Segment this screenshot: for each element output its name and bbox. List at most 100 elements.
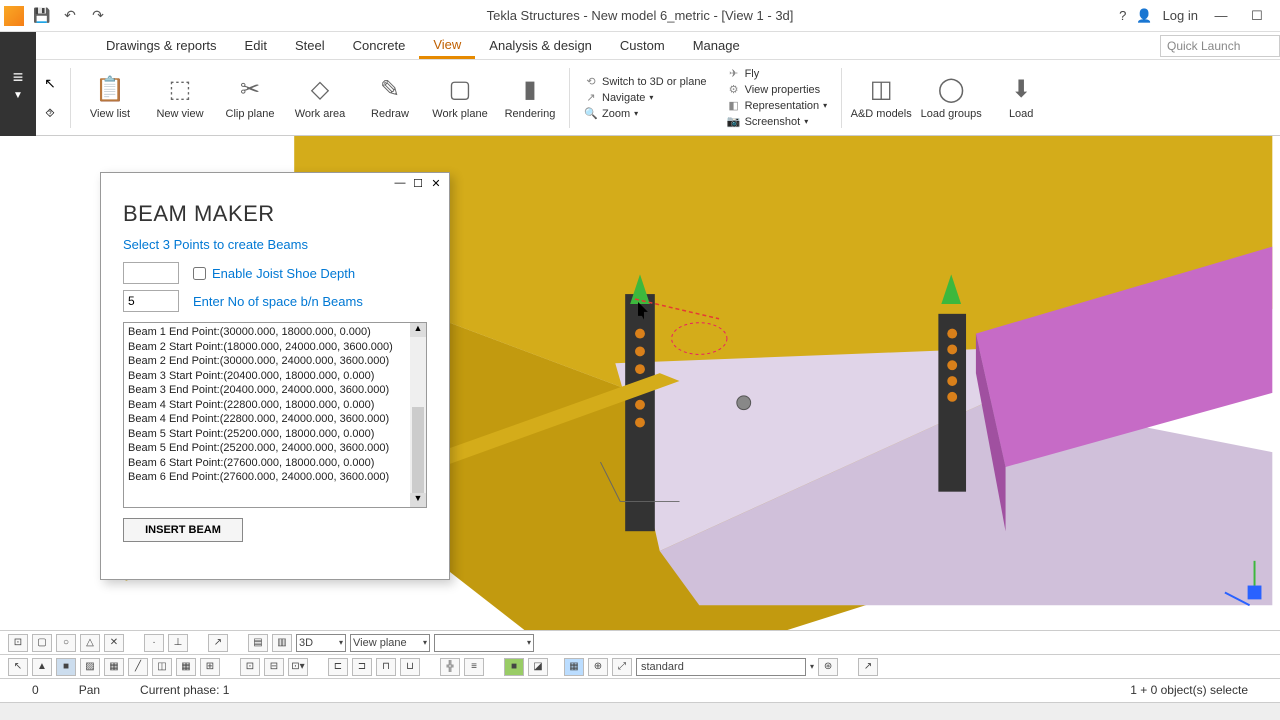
color-icon[interactable]: ■ bbox=[504, 658, 524, 676]
snap-a-icon[interactable]: ⊡ bbox=[240, 658, 260, 676]
sel-circle-icon[interactable]: ○ bbox=[56, 634, 76, 652]
rendering-button[interactable]: ▮Rendering bbox=[495, 60, 565, 135]
dialog-minimize-button[interactable]: — bbox=[391, 177, 409, 189]
spaces-input[interactable]: 5 bbox=[123, 290, 179, 312]
load-groups-button[interactable]: ◯Load groups bbox=[916, 60, 986, 135]
enable-joist-checkbox[interactable]: Enable Joist Shoe Depth bbox=[193, 266, 355, 281]
insert-beam-button[interactable]: INSERT BEAM bbox=[123, 518, 243, 542]
sel-rect-icon[interactable]: ▢ bbox=[32, 634, 52, 652]
list-item[interactable]: Beam 2 Start Point:(18000.000, 24000.000… bbox=[128, 340, 422, 355]
scroll-down-icon[interactable]: ▼ bbox=[410, 493, 426, 507]
snap-tri-icon[interactable]: ▲ bbox=[32, 658, 52, 676]
list-item[interactable]: Beam 3 End Point:(20400.000, 24000.000, … bbox=[128, 383, 422, 398]
menu-analysis[interactable]: Analysis & design bbox=[475, 32, 606, 59]
login-link[interactable]: Log in bbox=[1163, 8, 1198, 23]
view-plane-select[interactable]: View plane▾ bbox=[350, 634, 430, 652]
snap-cube-icon[interactable]: ◫ bbox=[152, 658, 172, 676]
new-view-button[interactable]: ⬚New view bbox=[145, 60, 215, 135]
help-small-icon[interactable]: ⯑ bbox=[45, 106, 54, 121]
fly-button[interactable]: ✈Fly bbox=[727, 67, 828, 81]
scroll-up-icon[interactable]: ▲ bbox=[410, 323, 426, 337]
snap-g-icon[interactable]: ⊔ bbox=[400, 658, 420, 676]
snap-d-icon[interactable]: ⊏ bbox=[328, 658, 348, 676]
list-item[interactable]: Beam 4 End Point:(22800.000, 24000.000, … bbox=[128, 412, 422, 427]
menu-manage[interactable]: Manage bbox=[679, 32, 754, 59]
save-icon[interactable]: 💾 bbox=[32, 6, 52, 26]
redo-icon[interactable]: ↷ bbox=[88, 6, 108, 26]
navigate-button[interactable]: ↗Navigate▾ bbox=[584, 91, 707, 105]
filter-icon[interactable]: ▤ bbox=[248, 634, 268, 652]
menu-view[interactable]: View bbox=[419, 32, 475, 59]
sel-point-icon[interactable]: ⊡ bbox=[8, 634, 28, 652]
representation-button[interactable]: ◧Representation▾ bbox=[727, 99, 828, 113]
arrow-ne-icon[interactable]: ↗ bbox=[858, 658, 878, 676]
load-button[interactable]: ⬇Load bbox=[986, 60, 1056, 135]
view-mode-select[interactable]: 3D▾ bbox=[296, 634, 346, 652]
beam-list[interactable]: Beam 1 End Point:(30000.000, 18000.000, … bbox=[123, 322, 427, 508]
view-list-button[interactable]: 📋View list bbox=[75, 60, 145, 135]
list-item[interactable]: Beam 6 End Point:(27600.000, 24000.000, … bbox=[128, 470, 422, 485]
quick-launch-input[interactable]: Quick Launch bbox=[1160, 35, 1280, 57]
snap-any-icon[interactable]: ↗ bbox=[208, 634, 228, 652]
snap-grid-icon[interactable]: ▦ bbox=[104, 658, 124, 676]
list-item[interactable]: Beam 5 End Point:(25200.000, 24000.000, … bbox=[128, 441, 422, 456]
list-item[interactable]: Beam 3 Start Point:(20400.000, 18000.000… bbox=[128, 369, 422, 384]
menu-edit[interactable]: Edit bbox=[231, 32, 281, 59]
list-item[interactable]: Beam 5 Start Point:(25200.000, 18000.000… bbox=[128, 427, 422, 442]
menu-concrete[interactable]: Concrete bbox=[339, 32, 420, 59]
snap-sq-icon[interactable]: ■ bbox=[56, 658, 76, 676]
sel-x-icon[interactable]: ✕ bbox=[104, 634, 124, 652]
dialog-close-button[interactable]: ✕ bbox=[427, 177, 445, 190]
work-area-button[interactable]: ◇Work area bbox=[285, 60, 355, 135]
file-menu[interactable]: ≡ ▼ bbox=[0, 32, 36, 136]
snap-e-icon[interactable]: ⊐ bbox=[352, 658, 372, 676]
maximize-button[interactable]: ☐ bbox=[1244, 8, 1270, 24]
enable-joist-check[interactable] bbox=[193, 267, 206, 280]
shoe-depth-input[interactable] bbox=[123, 262, 179, 284]
work-plane-button[interactable]: ▢Work plane bbox=[425, 60, 495, 135]
list-item[interactable]: Beam 1 End Point:(30000.000, 18000.000, … bbox=[128, 325, 422, 340]
zoom-fit-icon[interactable]: ⤢ bbox=[612, 658, 632, 676]
dialog-maximize-button[interactable]: ☐ bbox=[409, 177, 427, 190]
snap-grid3-icon[interactable]: ⊞ bbox=[200, 658, 220, 676]
empty-select[interactable]: ▾ bbox=[434, 634, 534, 652]
list-item[interactable]: Beam 4 Start Point:(22800.000, 18000.000… bbox=[128, 398, 422, 413]
snap-grid2-icon[interactable]: ▦ bbox=[176, 658, 196, 676]
snap-h-icon[interactable]: ╬ bbox=[440, 658, 460, 676]
snap-b-icon[interactable]: ⊟ bbox=[264, 658, 284, 676]
help-button[interactable]: ? bbox=[1119, 8, 1126, 23]
menu-steel[interactable]: Steel bbox=[281, 32, 339, 59]
standard-dd-icon[interactable]: ▾ bbox=[810, 662, 814, 671]
screenshot-button[interactable]: 📷Screenshot▾ bbox=[727, 115, 828, 129]
snap-mid-icon[interactable]: · bbox=[144, 634, 164, 652]
snap-c-icon[interactable]: ⊡▾ bbox=[288, 658, 308, 676]
menu-drawings[interactable]: Drawings & reports bbox=[92, 32, 231, 59]
sel-poly-icon[interactable]: △ bbox=[80, 634, 100, 652]
snap-i-icon[interactable]: ≡ bbox=[464, 658, 484, 676]
filter2-icon[interactable]: ▥ bbox=[272, 634, 292, 652]
undo-icon[interactable]: ↶ bbox=[60, 6, 80, 26]
list-item[interactable]: Beam 2 End Point:(30000.000, 24000.000, … bbox=[128, 354, 422, 369]
scrollbar[interactable]: ▲ ▼ bbox=[410, 323, 426, 507]
standard-input[interactable]: standard bbox=[636, 658, 806, 676]
scroll-thumb[interactable] bbox=[412, 407, 424, 494]
snap-line-icon[interactable]: ╱ bbox=[128, 658, 148, 676]
list-item[interactable]: Beam 6 Start Point:(27600.000, 18000.000… bbox=[128, 456, 422, 471]
snap-f-icon[interactable]: ⊓ bbox=[376, 658, 396, 676]
color2-icon[interactable]: ◪ bbox=[528, 658, 548, 676]
grid-sm-icon[interactable]: ▦ bbox=[564, 658, 584, 676]
switch-3d-button[interactable]: ⟲Switch to 3D or plane bbox=[584, 75, 707, 89]
cursor-icon[interactable]: ↖ bbox=[44, 75, 56, 92]
clip-plane-button[interactable]: ✂Clip plane bbox=[215, 60, 285, 135]
zoom-button[interactable]: 🔍Zoom▾ bbox=[584, 107, 707, 121]
redraw-button[interactable]: ✎Redraw bbox=[355, 60, 425, 135]
grid-target-icon[interactable]: ⊕ bbox=[588, 658, 608, 676]
menu-custom[interactable]: Custom bbox=[606, 32, 679, 59]
snap-cursor-icon[interactable]: ↖ bbox=[8, 658, 28, 676]
minimize-button[interactable]: — bbox=[1208, 8, 1234, 23]
snap-end-icon[interactable]: ⊥ bbox=[168, 634, 188, 652]
ad-models-button[interactable]: ◫A&D models bbox=[846, 60, 916, 135]
snap-diag-icon[interactable]: ▨ bbox=[80, 658, 100, 676]
view-props-button[interactable]: ⚙View properties bbox=[727, 83, 828, 97]
user-icon[interactable]: 👤 bbox=[1136, 8, 1152, 24]
